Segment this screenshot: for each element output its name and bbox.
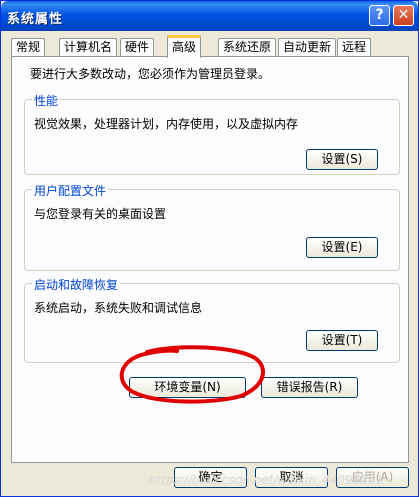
performance-desc: 视觉效果，处理器计划，内存使用，以及虚拟内存 xyxy=(34,117,299,131)
window-title: 系统属性 xyxy=(7,12,64,27)
performance-settings-button[interactable]: 设置(S) xyxy=(306,149,378,170)
tab-computer-name[interactable]: 计算机名 xyxy=(59,38,118,57)
performance-title: 性能 xyxy=(32,92,61,109)
performance-group: 性能 视觉效果，处理器计划，内存使用，以及虚拟内存 设置(S) xyxy=(24,92,400,175)
error-reporting-button[interactable]: 错误报告(R) xyxy=(261,377,358,398)
user-profiles-group: 用户配置文件 与您登录有关的桌面设置 设置(E) xyxy=(24,182,400,271)
system-properties-window: 系统属性 ? ✕ 常规 计算机名 硬件 高级 系统还原 自动更新 远程 要进行大… xyxy=(0,0,419,497)
tab-system-restore[interactable]: 系统还原 xyxy=(218,38,277,57)
startup-recovery-title: 启动和故障恢复 xyxy=(32,276,121,293)
user-profiles-title: 用户配置文件 xyxy=(32,182,109,199)
tab-remote[interactable]: 远程 xyxy=(337,38,372,57)
watermark-text: https://blog.csdn.net/weixin_44098851 xyxy=(149,473,384,487)
tab-auto-update[interactable]: 自动更新 xyxy=(278,38,337,57)
user-profiles-desc: 与您登录有关的桌面设置 xyxy=(34,207,167,221)
title-bar[interactable]: 系统属性 ? ✕ xyxy=(1,1,418,31)
close-button[interactable]: ✕ xyxy=(393,5,414,26)
help-button[interactable]: ? xyxy=(369,5,390,26)
startup-recovery-settings-button[interactable]: 设置(T) xyxy=(306,330,378,351)
tab-general[interactable]: 常规 xyxy=(11,38,46,57)
red-circle-annotation xyxy=(119,345,266,404)
user-profiles-settings-button[interactable]: 设置(E) xyxy=(306,237,378,258)
tab-hardware[interactable]: 硬件 xyxy=(120,38,155,57)
tab-advanced[interactable]: 高级 xyxy=(167,35,202,58)
admin-notice: 要进行大多数改动，您必须作为管理员登录。 xyxy=(30,67,271,81)
startup-recovery-desc: 系统启动，系统失败和调试信息 xyxy=(34,301,203,315)
